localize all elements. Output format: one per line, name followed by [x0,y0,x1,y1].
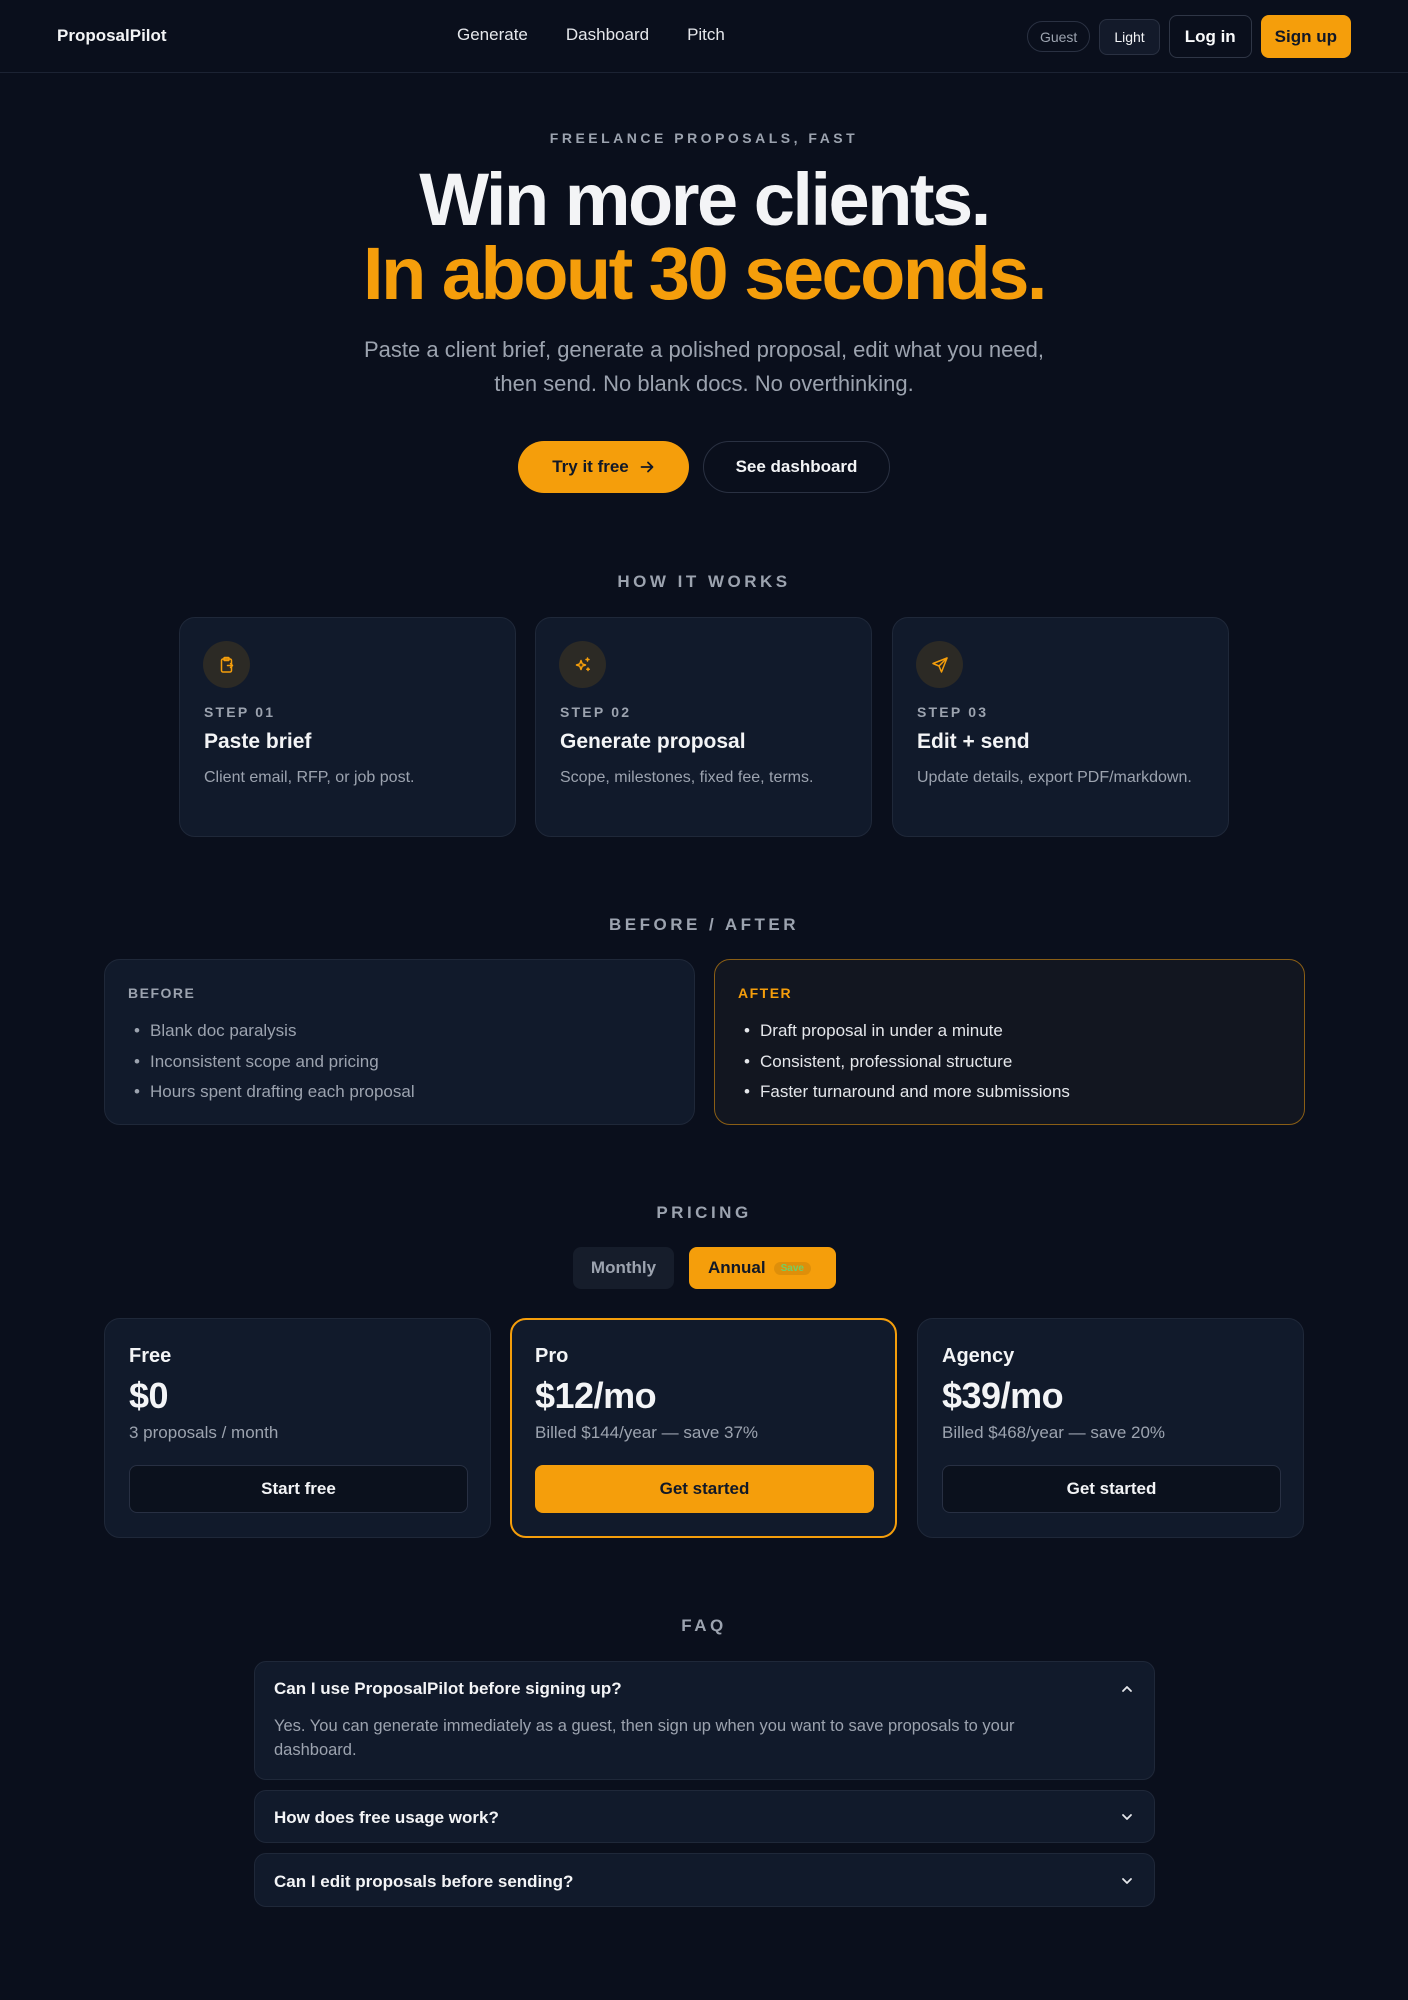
plan-note: Billed $468/year — save 20% [942,1423,1166,1442]
nav-actions: Guest Light Log in Sign up [1026,15,1351,58]
step-number: STEP 02 [560,704,632,720]
step-card-2: STEP 02 Generate proposal Scope, milesto… [535,617,872,837]
how-it-works-title: HOW IT WORKS [617,572,791,591]
faq-answer: Yes. You can generate immediately as a g… [274,1717,1015,1759]
list-item: Faster turnaround and more submissions [738,1077,1070,1108]
step-description: Scope, milestones, fixed fee, terms. [560,769,814,786]
plan-price: $0 [129,1375,169,1416]
after-list: Draft proposal in under a minute Consist… [738,1016,1070,1108]
step-card-3: STEP 03 Edit + send Update details, expo… [892,617,1229,837]
get-started-pro-button[interactable]: Get started [535,1465,874,1513]
chevron-down-icon[interactable] [1120,1874,1134,1888]
plan-card-free: Free $0 3 proposals / month Start free [104,1318,491,1538]
faq-title: FAQ [681,1616,727,1635]
step-number: STEP 03 [917,704,989,720]
plan-name: Pro [535,1345,569,1367]
step-description: Update details, export PDF/markdown. [917,769,1192,786]
see-dashboard-button[interactable]: See dashboard [703,441,890,493]
step-title: Edit + send [917,730,1030,753]
brand-logo[interactable]: ProposalPilot [57,26,167,46]
nav-links: Generate Dashboard Pitch [457,25,725,45]
after-card: AFTER Draft proposal in under a minute C… [714,959,1305,1125]
annual-label: Annual [708,1258,766,1277]
step-title: Paste brief [204,730,312,753]
before-after-title: BEFORE / AFTER [608,915,800,934]
login-button[interactable]: Log in [1168,15,1252,58]
plan-price: $39/mo [942,1375,1064,1416]
step-card-1: STEP 01 Paste brief Client email, RFP, o… [179,617,516,837]
nav-link-pitch[interactable]: Pitch [687,25,725,45]
guest-badge: Guest [1026,21,1091,52]
sparkles-icon [559,641,606,688]
faq-question[interactable]: Can I use ProposalPilot before signing u… [274,1679,622,1699]
billing-monthly-toggle[interactable]: Monthly [573,1247,674,1289]
pricing-title: PRICING [656,1203,752,1222]
theme-toggle-button[interactable]: Light [1099,18,1160,55]
plan-note: 3 proposals / month [129,1423,279,1442]
hero-subtitle: Paste a client brief, generate a polishe… [363,337,1044,396]
billing-annual-toggle[interactable]: Annual Save [689,1247,836,1289]
try-free-label: Try it free [552,457,629,476]
faq-question[interactable]: How does free usage work? [274,1808,499,1828]
hero-title-line1: Win more clients. [419,158,991,241]
clipboard-icon [203,641,250,688]
step-number: STEP 01 [204,704,276,720]
start-free-button[interactable]: Start free [129,1465,468,1513]
faq-item-2[interactable]: How does free usage work? [254,1790,1155,1843]
list-item: Hours spent drafting each proposal [128,1077,415,1108]
hero-eyebrow: FREELANCE PROPOSALS, FAST [549,130,859,146]
hero-title-line2: In about 30 seconds. [363,232,1047,315]
send-icon [916,641,963,688]
faq-item-1[interactable]: Can I use ProposalPilot before signing u… [254,1661,1155,1780]
list-item: Consistent, professional structure [738,1047,1070,1078]
plan-price: $12/mo [535,1375,657,1416]
list-item: Inconsistent scope and pricing [128,1047,415,1078]
nav-link-generate[interactable]: Generate [457,25,528,45]
faq-item-3[interactable]: Can I edit proposals before sending? [254,1853,1155,1907]
nav-link-dashboard[interactable]: Dashboard [566,25,649,45]
step-description: Client email, RFP, or job post. [204,769,415,786]
before-card: BEFORE Blank doc paralysis Inconsistent … [104,959,695,1125]
after-label: AFTER [738,985,793,1001]
chevron-down-icon[interactable] [1120,1810,1134,1824]
chevron-up-icon[interactable] [1120,1682,1134,1696]
save-badge: Save [773,1261,811,1275]
list-item: Draft proposal in under a minute [738,1016,1070,1047]
list-item: Blank doc paralysis [128,1016,415,1047]
top-nav: ProposalPilot Generate Dashboard Pitch G… [0,0,1408,73]
arrow-right-icon [640,461,654,473]
signup-button[interactable]: Sign up [1260,15,1351,58]
try-free-button[interactable]: Try it free [518,441,689,493]
faq-question[interactable]: Can I edit proposals before sending? [274,1872,573,1892]
plan-name: Free [129,1345,172,1367]
plan-name: Agency [942,1345,1015,1367]
plan-card-pro: Pro $12/mo Billed $144/year — save 37% G… [510,1318,897,1538]
plan-card-agency: Agency $39/mo Billed $468/year — save 20… [917,1318,1304,1538]
step-title: Generate proposal [560,730,746,753]
get-started-agency-button[interactable]: Get started [942,1465,1281,1513]
plan-note: Billed $144/year — save 37% [535,1423,759,1442]
before-label: BEFORE [128,985,196,1001]
before-list: Blank doc paralysis Inconsistent scope a… [128,1016,415,1108]
